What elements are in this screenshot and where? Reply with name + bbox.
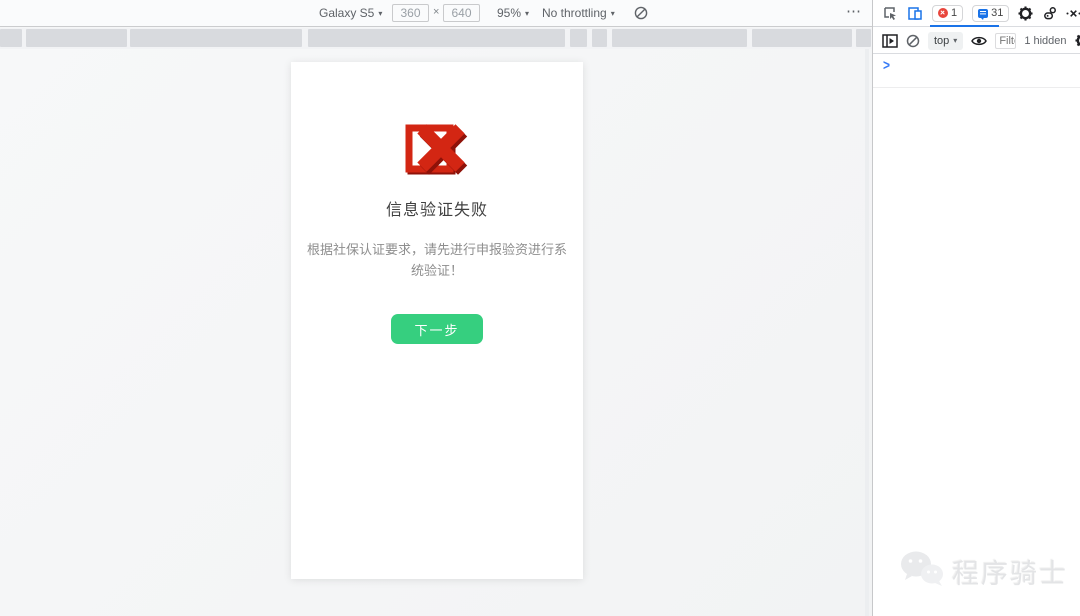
hidden-messages-label: 1 hidden bbox=[1024, 34, 1067, 47]
page-scrollbar[interactable] bbox=[865, 49, 869, 616]
chevron-down-icon: ▾ bbox=[378, 8, 383, 18]
chevron-down-icon: ▾ bbox=[525, 8, 530, 18]
console-context-label: top bbox=[934, 34, 950, 47]
media-query-bar bbox=[0, 28, 872, 49]
issues-icon bbox=[978, 8, 989, 20]
chevron-down-icon: ▾ bbox=[953, 36, 958, 45]
viewport-height-input[interactable] bbox=[443, 4, 480, 22]
error-count: 1 bbox=[951, 7, 958, 19]
media-query-segment bbox=[752, 29, 852, 47]
live-expression-eye-icon[interactable] bbox=[971, 35, 988, 47]
active-tab-underline bbox=[930, 25, 999, 27]
zoom-select[interactable]: 95% ▾ bbox=[497, 0, 529, 26]
media-query-segment bbox=[570, 29, 587, 47]
console-toolbar: top ▾ 1 hidden bbox=[873, 28, 1080, 54]
media-query-segment bbox=[130, 29, 302, 47]
dimensions-times-label: × bbox=[433, 6, 440, 18]
watermark-text: 程序骑士 bbox=[952, 559, 1068, 589]
throttling-select[interactable]: No throttling ▾ bbox=[542, 0, 615, 26]
viewport-width-input[interactable] bbox=[392, 4, 429, 22]
device-toolbar-toggle-icon[interactable] bbox=[907, 5, 923, 21]
media-query-segment bbox=[0, 29, 22, 47]
media-query-segment bbox=[612, 29, 747, 47]
devtools-main-toolbar: 1 31 bbox=[873, 0, 1080, 27]
media-query-segment bbox=[592, 29, 607, 47]
chevron-down-icon: ▾ bbox=[610, 8, 615, 18]
zoom-select-label: 95% bbox=[497, 6, 522, 20]
next-step-button[interactable]: 下一步 bbox=[391, 314, 483, 344]
wechat-icon bbox=[899, 549, 945, 594]
issues-count: 31 bbox=[991, 7, 1004, 19]
console-context-selector[interactable]: top ▾ bbox=[928, 31, 964, 50]
console-errors-badge[interactable]: 1 bbox=[932, 4, 964, 22]
devtools-panel: 1 31 top ▾ Filter 1 hidden > bbox=[872, 0, 1080, 616]
more-options-button[interactable]: ⋯ bbox=[846, 2, 862, 20]
profile-icon[interactable] bbox=[1042, 6, 1057, 21]
watermark: 程序骑士 bbox=[899, 549, 1068, 594]
console-prompt-chevron: > bbox=[883, 56, 891, 74]
rotate-disabled-icon[interactable] bbox=[634, 6, 648, 23]
media-query-segment bbox=[856, 29, 871, 47]
screenshot-root: Galaxy S5 ▾ × 95% ▾ No throttling ▾ ⋯ bbox=[0, 0, 1080, 616]
throttling-select-label: No throttling bbox=[542, 6, 607, 20]
page-title: 信息验证失败 bbox=[385, 202, 488, 219]
emulated-viewport-background: 信息验证失败 根据社保认证要求，请先进行申报验资进行系统验证！ 下一步 bbox=[0, 49, 872, 616]
media-query-segment bbox=[308, 29, 565, 47]
settings-gear-icon[interactable] bbox=[1018, 5, 1033, 21]
verification-card: 信息验证失败 根据社保认证要求，请先进行申报验资进行系统验证！ 下一步 bbox=[291, 62, 583, 579]
emulated-page-area: Galaxy S5 ▾ × 95% ▾ No throttling ▾ ⋯ bbox=[0, 0, 872, 616]
close-x-dots-icon[interactable] bbox=[1066, 6, 1080, 21]
inspect-element-icon[interactable] bbox=[882, 5, 898, 21]
console-settings-gear-icon[interactable] bbox=[1075, 33, 1080, 48]
media-query-segment bbox=[26, 29, 127, 47]
console-prompt-row[interactable]: > bbox=[873, 54, 1080, 88]
verification-message: 根据社保认证要求，请先进行申报验资进行系统验证！ bbox=[306, 242, 567, 278]
error-icon bbox=[938, 8, 948, 18]
verification-failed-icon bbox=[291, 113, 583, 177]
issues-badge[interactable]: 31 bbox=[972, 4, 1010, 22]
console-sidebar-toggle-icon[interactable] bbox=[882, 33, 898, 48]
clear-console-icon[interactable] bbox=[906, 34, 920, 48]
device-select-label: Galaxy S5 bbox=[319, 6, 375, 20]
device-select[interactable]: Galaxy S5 ▾ bbox=[319, 0, 382, 26]
console-filter-input[interactable] bbox=[995, 32, 1017, 49]
device-emulation-toolbar: Galaxy S5 ▾ × 95% ▾ No throttling ▾ ⋯ bbox=[0, 0, 872, 27]
